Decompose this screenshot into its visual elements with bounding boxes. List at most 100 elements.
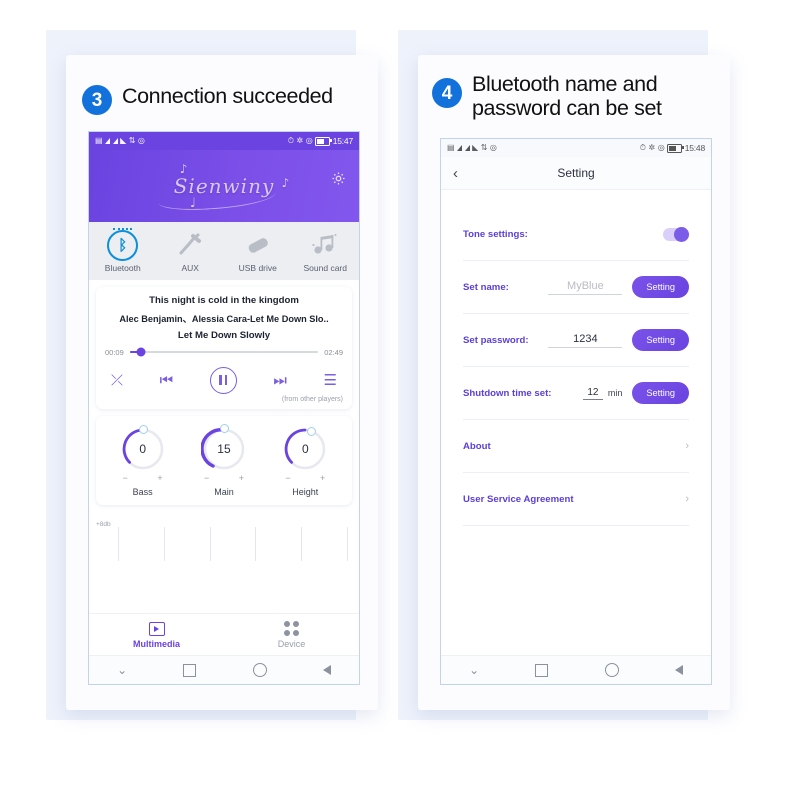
knob-adjust-main[interactable]: − + — [204, 473, 244, 483]
back-chevron-icon[interactable]: ‹ — [453, 166, 458, 181]
knob-adjust-bass[interactable]: − + — [123, 473, 163, 483]
tab-multimedia[interactable]: Multimedia — [89, 621, 224, 649]
knob-handle-main[interactable] — [219, 423, 229, 433]
knob-label-bass: Bass — [132, 486, 153, 497]
knob-bass[interactable]: 0 − + Bass — [120, 424, 166, 497]
phone-screen-connection: ▤ ◣ ⇅ ◎ ⏱ ✲ ◎ 15:47 ♪ Sienwiny ♪ ♩ ᛒ Blu… — [88, 131, 360, 685]
music-note-icon-a: ♪ — [179, 162, 189, 176]
status-left-icons-3: ▤ ◣ ⇅ ◎ — [95, 137, 145, 145]
media-play-icon — [148, 621, 165, 636]
minus-icon[interactable]: − — [204, 473, 209, 483]
setting-page-title: Setting — [557, 166, 595, 180]
shuffle-icon[interactable]: ⤫ — [111, 373, 123, 388]
back-triangle-icon[interactable] — [322, 665, 331, 675]
step-badge-3: 3 — [82, 85, 112, 115]
minus-icon[interactable]: − — [123, 473, 128, 483]
chevron-down-icon[interactable]: ⌄ — [117, 664, 127, 676]
source-bluetooth[interactable]: ᛒ Bluetooth — [89, 227, 157, 274]
input-shutdown-time[interactable]: 12 — [582, 387, 603, 400]
caption-text-4-line2: password can be set — [472, 96, 662, 121]
knob-dial-height[interactable]: 0 — [282, 426, 328, 472]
bluetooth-icon: ᛒ — [107, 227, 139, 261]
previous-icon[interactable]: ⏮ — [160, 373, 174, 388]
track-title-line: Let Me Down Slowly — [177, 329, 271, 341]
row-tone-settings[interactable]: Tone settings: — [463, 208, 689, 261]
gear-icon[interactable] — [330, 170, 347, 187]
source-aux[interactable]: AUX — [157, 230, 225, 274]
bluetooth-icon: ✲ — [296, 136, 304, 145]
knob-handle-bass[interactable] — [138, 424, 148, 434]
unit-shutdown-time: min — [607, 388, 623, 398]
battery-icon — [667, 143, 684, 153]
circle-icon[interactable] — [252, 663, 267, 677]
back-triangle-icon[interactable] — [674, 665, 683, 675]
eq-gridlines — [118, 526, 348, 561]
setting-list: Tone settings: Set name: MyBlue Setting … — [441, 190, 711, 526]
alarm-icon: ⏱ — [287, 136, 295, 145]
status-right-icons-3: ⏱ ✲ ◎ 15:47 — [288, 136, 353, 146]
plus-icon[interactable]: + — [157, 473, 162, 483]
status-bar-3: ▤ ◣ ⇅ ◎ ⏱ ✲ ◎ 15:47 — [89, 132, 359, 150]
eq-gridline — [118, 526, 119, 561]
row-user-service-agreement[interactable]: User Service Agreement › — [463, 473, 689, 526]
source-usb-drive[interactable]: USB drive — [224, 230, 292, 274]
knob-main[interactable]: 15 − + Main — [200, 423, 247, 497]
source-label-usb: USB drive — [238, 263, 277, 273]
button-shutdown-setting[interactable]: Setting — [632, 382, 689, 404]
plus-icon[interactable]: + — [239, 473, 244, 483]
caption-text-3: Connection succeeded — [122, 84, 333, 108]
elapsed-time: 00:09 — [105, 347, 124, 357]
battery-icon — [315, 136, 332, 146]
chevron-down-icon[interactable]: ⌄ — [469, 664, 479, 676]
eq-gridline — [301, 526, 303, 561]
row-set-name: Set name: MyBlue Setting — [463, 261, 689, 314]
playlist-icon[interactable]: ☰ — [324, 373, 337, 388]
source-sound-card[interactable]: Sound card — [292, 230, 360, 274]
android-nav-bar-3: ⌄ — [89, 655, 359, 684]
setting-title-bar: ‹ Setting — [441, 157, 711, 190]
pause-icon[interactable] — [209, 366, 237, 394]
minus-icon[interactable]: − — [285, 473, 290, 483]
knob-dial-bass[interactable]: 0 — [120, 424, 166, 472]
row-about[interactable]: About › — [463, 420, 689, 473]
alarm-icon: ⏱ — [639, 143, 647, 152]
knob-adjust-height[interactable]: − + — [285, 473, 325, 483]
knob-value-height: 0 — [301, 441, 309, 456]
input-set-name[interactable]: MyBlue — [548, 280, 623, 295]
location-pin-icon: ◎ — [657, 143, 665, 152]
circle-icon[interactable] — [604, 663, 619, 677]
eq-gridline — [209, 526, 211, 561]
aux-plug-icon — [175, 230, 205, 260]
caption-text-4-line1: Bluetooth name and — [472, 72, 658, 96]
button-set-name-setting[interactable]: Setting — [632, 276, 689, 298]
progress-knob[interactable] — [136, 347, 146, 357]
equalizer-graph: +8db — [96, 513, 352, 561]
track-artist-line: Alec Benjamin、Alessia Cara-Let Me Down S… — [119, 313, 329, 324]
app-hero-header: ♪ Sienwiny ♪ ♩ — [89, 150, 359, 222]
chevron-right-icon: › — [685, 493, 689, 505]
tab-device[interactable]: Device — [224, 621, 359, 649]
toggle-tone-settings[interactable] — [663, 226, 689, 242]
knob-height[interactable]: 0 − + Height — [282, 426, 328, 497]
playback-controls: ⤫ ⏮ ⏭ ☰ — [105, 357, 343, 394]
input-set-password[interactable]: 1234 — [548, 333, 623, 348]
square-icon[interactable] — [535, 663, 549, 677]
plus-icon[interactable]: + — [320, 473, 325, 483]
track-lyric-line: This night is cold in the kingdom — [149, 294, 299, 306]
square-icon[interactable] — [183, 663, 197, 677]
caption-step-4: 4 Bluetooth name and password can be set — [432, 72, 728, 120]
screenshot-root: 3 Connection succeeded 4 Bluetooth name … — [0, 0, 800, 800]
next-icon[interactable]: ⏭ — [273, 373, 287, 388]
usb-drive-icon — [243, 230, 273, 260]
knob-dial-main[interactable]: 15 — [200, 423, 247, 472]
location-pin-icon: ◎ — [305, 136, 313, 145]
step-badge-4: 4 — [432, 78, 462, 108]
bluetooth-icon: ✲ — [648, 143, 656, 152]
logo-swash-decoration — [157, 182, 277, 213]
eq-gridline — [346, 526, 348, 561]
button-set-password-setting[interactable]: Setting — [632, 329, 689, 351]
progress-row: 00:09 02:49 — [105, 347, 343, 357]
row-set-password: Set password: 1234 Setting — [463, 314, 689, 367]
progress-slider[interactable] — [129, 347, 319, 357]
eq-db-label: +8db — [96, 520, 111, 528]
